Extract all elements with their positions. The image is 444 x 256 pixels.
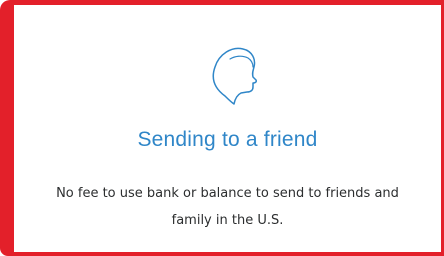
- friend-head-icon: [208, 42, 260, 108]
- friend-sending-card: Sending to a friend No fee to use bank o…: [14, 5, 441, 252]
- card-title: Sending to a friend: [137, 128, 318, 151]
- card-description: No fee to use bank or balance to send to…: [56, 186, 399, 228]
